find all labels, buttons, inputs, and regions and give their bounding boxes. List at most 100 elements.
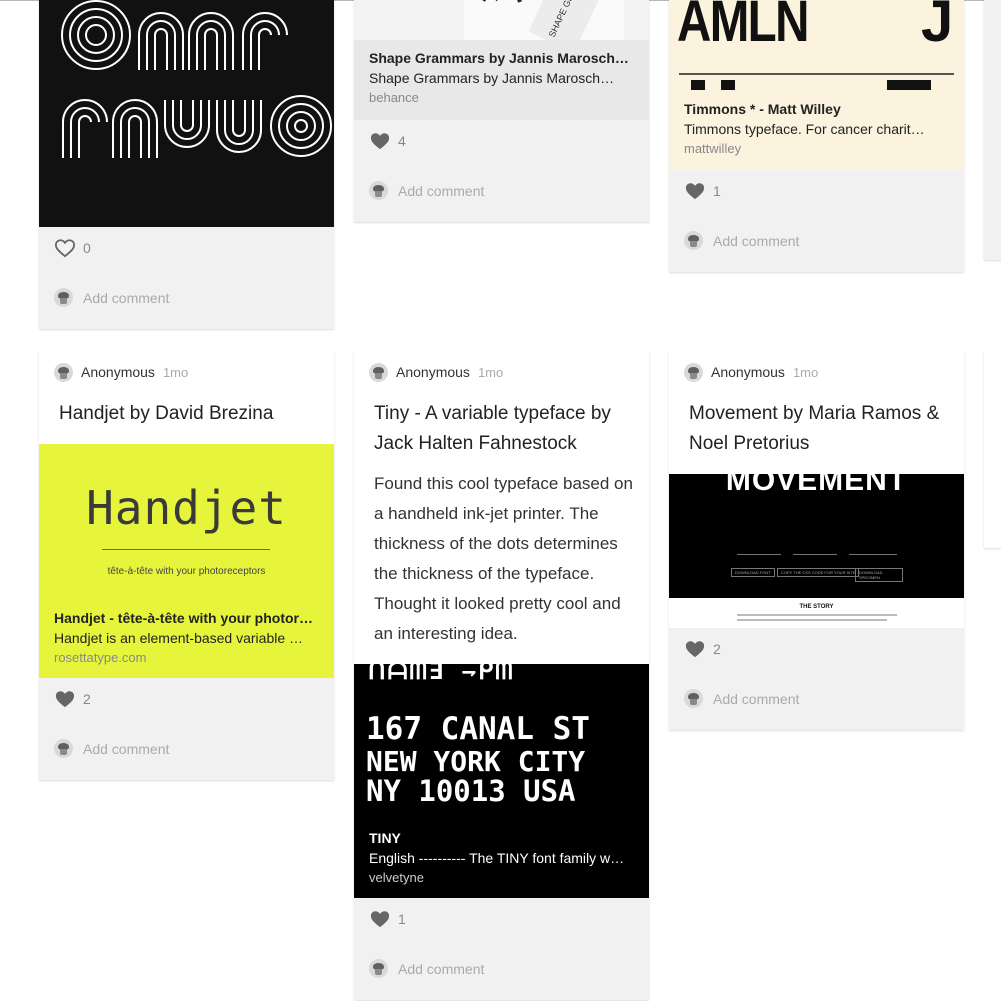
like-count: 2 [713, 641, 721, 657]
timmons-image-text: AMLN [677, 0, 809, 54]
post-card-shape-grammars: SHAPE GRAMMARS Shape Grammars by Jannis … [354, 0, 649, 222]
timmons-image-shapes [691, 80, 941, 90]
tiny-image-deco: ᑎᗩᗰ∃ ⇁ᑭᗰ [368, 664, 515, 685]
post-image-movement[interactable]: MOVEMENT DOWNLOAD FONT COPY THE CSS CODE… [669, 474, 964, 628]
movement-image-button-2: COPY THE CSS CODE FOR YOUR SITE [777, 568, 860, 577]
movement-image-heading: MOVEMENT [725, 474, 908, 497]
post-image-shape-grammars[interactable]: SHAPE GRAMMARS [354, 0, 649, 40]
avatar [54, 362, 73, 382]
post-header: Anonymous 1mo Handjet by David Brezina [39, 350, 334, 444]
movement-image-button-1: DOWNLOAD FONT [731, 568, 775, 577]
heart-outline-icon [54, 239, 76, 258]
movement-image-sliders [737, 550, 899, 558]
divider [102, 549, 270, 550]
add-comment-button[interactable]: Add comment [369, 959, 484, 978]
post-card-partial [984, 0, 1001, 260]
author-name: Anonymous [81, 364, 155, 380]
post-time: 1mo [162, 364, 189, 380]
link-description: Handjet is an element-based variable … [54, 630, 304, 646]
tiny-image-line-3: NY 10013 USA [366, 774, 576, 808]
heart-filled-icon [370, 911, 390, 928]
author-name: Anonymous [711, 364, 785, 380]
movement-image-button-3: DOWNLOAD SPECIMEN [855, 568, 903, 582]
post-image-omar[interactable] [39, 0, 334, 227]
link-preview[interactable]: Handjet - tête-à-tête with your photor… … [39, 604, 334, 678]
link-title: TINY [369, 830, 401, 846]
like-count: 1 [398, 911, 406, 927]
movement-image-story-panel: THE STORY [669, 598, 964, 628]
like-button[interactable]: 0 [54, 237, 91, 259]
like-button[interactable]: 1 [369, 908, 406, 930]
post-author[interactable]: Anonymous 1mo [684, 362, 818, 382]
link-description: Shape Grammars by Jannis Marosch… [369, 70, 615, 86]
post-image-timmons[interactable]: AMLN J [669, 0, 964, 90]
add-comment-button[interactable]: Add comment [684, 689, 799, 708]
like-button[interactable]: 2 [684, 638, 721, 660]
post-card-handjet: Anonymous 1mo Handjet by David Brezina H… [39, 350, 334, 780]
avatar [54, 739, 73, 758]
add-comment-label: Add comment [83, 289, 170, 306]
add-comment-button[interactable]: Add comment [369, 181, 484, 200]
add-comment-label: Add comment [713, 232, 800, 249]
post-author[interactable]: Anonymous 1mo [54, 362, 188, 382]
like-count: 4 [398, 133, 406, 149]
like-button[interactable]: 4 [369, 130, 406, 152]
post-card-omar: 0 Add comment [39, 0, 334, 329]
link-preview[interactable]: Shape Grammars by Jannis Marosch… Shape … [354, 40, 649, 120]
link-title: Timmons * - Matt Willey [684, 101, 841, 117]
post-time: 1mo [477, 364, 504, 380]
add-comment-label: Add comment [398, 960, 485, 977]
tiny-image-line-2: NEW YORK CITY [366, 745, 586, 778]
post-image-tiny[interactable]: ᑎᗩᗰ∃ ⇁ᑭᗰ 167 CANAL ST NEW YORK CITY NY 1… [354, 664, 649, 818]
heart-filled-icon [370, 133, 390, 150]
link-preview[interactable]: TINY English ---------- The TINY font fa… [354, 818, 649, 898]
avatar [369, 181, 388, 200]
like-button[interactable]: 1 [684, 180, 721, 202]
like-count: 0 [83, 240, 91, 256]
handjet-image-title: Handjet [86, 481, 287, 535]
add-comment-label: Add comment [398, 182, 485, 199]
timmons-image-glyph: J [921, 0, 954, 54]
like-button[interactable]: 2 [54, 688, 91, 710]
link-description: English ---------- The TINY font family … [369, 850, 625, 866]
post-card-tiny: Anonymous 1mo Tiny - A variable typeface… [354, 350, 649, 1000]
avatar [684, 362, 703, 382]
link-domain: velvetyne [369, 870, 424, 885]
divider [679, 73, 954, 75]
avatar [54, 288, 73, 307]
add-comment-label: Add comment [713, 690, 800, 707]
avatar [684, 689, 703, 708]
link-preview[interactable]: Timmons * - Matt Willey Timmons typeface… [669, 90, 964, 170]
link-domain: behance [369, 90, 419, 105]
add-comment-button[interactable]: Add comment [684, 231, 799, 250]
post-card-timmons: AMLN J Timmons * - Matt Willey Timmons t… [669, 0, 964, 272]
link-description: Timmons typeface. For cancer charit… [684, 121, 925, 137]
post-card-partial [984, 350, 1001, 548]
post-author[interactable]: Anonymous 1mo [369, 362, 503, 382]
heart-filled-icon [685, 641, 705, 658]
link-title: Handjet - tête-à-tête with your photor… [54, 610, 313, 626]
post-time: 1mo [792, 364, 819, 380]
post-card-movement: Anonymous 1mo Movement by Maria Ramos & … [669, 350, 964, 730]
heart-filled-icon [685, 183, 705, 200]
author-name: Anonymous [396, 364, 470, 380]
post-title[interactable]: Movement by Maria Ramos & Noel Pretorius [689, 399, 951, 459]
avatar [369, 959, 388, 978]
post-header: Anonymous 1mo Tiny - A variable typeface… [354, 350, 649, 664]
handjet-image-tagline: tête-à-tête with your photoreceptors [107, 566, 266, 577]
like-count: 1 [713, 183, 721, 199]
post-image-handjet[interactable]: Handjet tête-à-tête with your photorecep… [39, 444, 334, 604]
post-body: Found this cool typeface based on a hand… [374, 474, 633, 643]
add-comment-label: Add comment [83, 740, 170, 757]
movement-image-buttons: DOWNLOAD FONT COPY THE CSS CODE FOR YOUR… [731, 568, 903, 582]
post-title[interactable]: Handjet by David Brezina [59, 399, 321, 429]
add-comment-button[interactable]: Add comment [54, 739, 169, 758]
post-title[interactable]: Tiny - A variable typeface by Jack Halte… [374, 399, 636, 459]
avatar [369, 362, 388, 382]
link-domain: rosettatype.com [54, 650, 147, 665]
post-header: Anonymous 1mo Movement by Maria Ramos & … [669, 350, 964, 474]
add-comment-button[interactable]: Add comment [54, 288, 169, 307]
link-title: Shape Grammars by Jannis Marosch… [369, 50, 629, 66]
tiny-image-line-1: 167 CANAL ST [366, 711, 590, 747]
avatar [684, 231, 703, 250]
